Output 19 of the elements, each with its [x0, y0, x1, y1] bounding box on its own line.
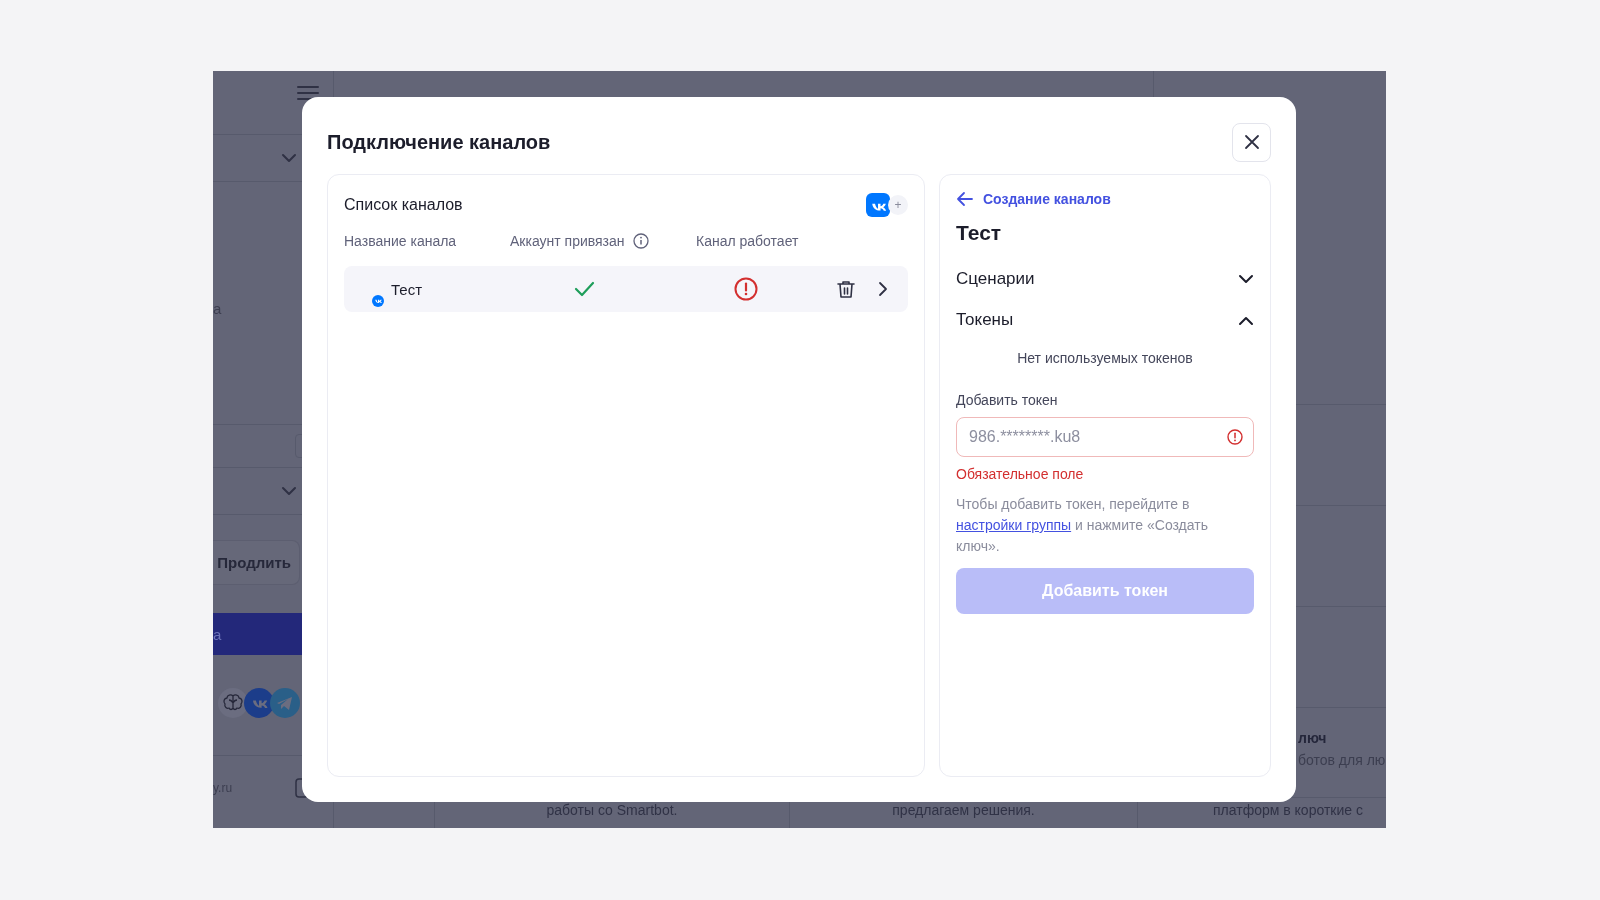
- channel-row[interactable]: Тест: [344, 266, 908, 312]
- field-label: Добавить токен: [956, 392, 1059, 408]
- channel-name: Тест: [391, 280, 423, 298]
- column-header: Канал работает: [696, 233, 800, 249]
- section-header[interactable]: Сценарии: [956, 267, 1254, 291]
- section-header[interactable]: Токены: [956, 308, 1254, 332]
- error-message: Обязательное поле: [956, 466, 1085, 482]
- card-title: Список каналов: [344, 196, 463, 214]
- back-link[interactable]: Создание каналов: [983, 191, 1111, 207]
- settings-link[interactable]: настройки группы: [956, 517, 1072, 533]
- token-field[interactable]: 986.********.ku8: [956, 417, 1254, 457]
- dialog-title: Подключение каналов: [327, 130, 551, 154]
- empty-message: Нет используемых токенов: [1016, 350, 1194, 366]
- panel-title: Тест: [956, 221, 1003, 245]
- feature-title: люч: [1297, 729, 1328, 746]
- column-header: Название канала: [344, 233, 458, 249]
- help-text: Чтобы добавить токен, перейдите в настройки группы и нажмите «Создать ключ».: [956, 495, 1209, 556]
- add-token-button: Добавить токен: [956, 568, 1254, 614]
- column-header: Аккаунт привязан: [510, 233, 625, 249]
